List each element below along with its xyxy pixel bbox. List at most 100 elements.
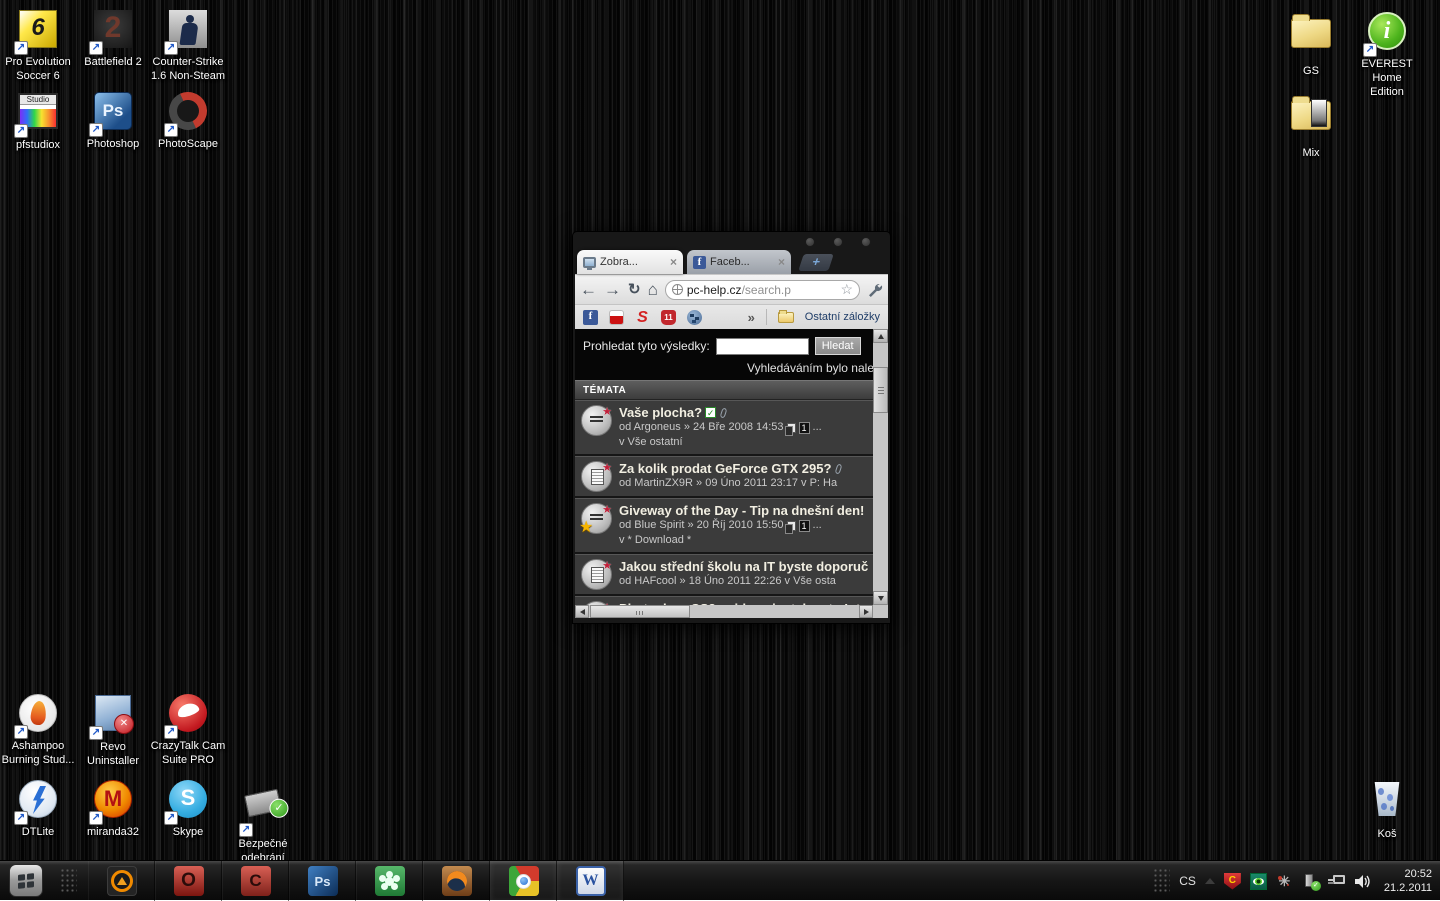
home-button[interactable]: ⌂ bbox=[648, 280, 658, 300]
antivirus-shield-icon[interactable]: C bbox=[1224, 873, 1241, 890]
scroll-down-button[interactable] bbox=[873, 591, 888, 605]
taskbar-aimp[interactable] bbox=[88, 861, 155, 901]
desktop-icon-revo[interactable]: ↗ Revo Uninstaller bbox=[75, 692, 151, 768]
tab-close-icon[interactable]: × bbox=[666, 255, 677, 269]
topic-title-link[interactable]: Vaše plocha? bbox=[619, 405, 702, 420]
folder-icon bbox=[1291, 101, 1331, 130]
icq-icon bbox=[375, 866, 405, 896]
safely-remove-usb-icon[interactable]: ✓ bbox=[1302, 873, 1319, 890]
wrench-menu-icon[interactable] bbox=[867, 282, 883, 298]
window-minimize-button[interactable] bbox=[805, 237, 815, 247]
scroll-left-button[interactable] bbox=[575, 605, 589, 618]
folder-icon bbox=[1291, 19, 1331, 48]
taskbar-firefox[interactable] bbox=[423, 861, 490, 901]
shortcut-arrow-icon: ↗ bbox=[14, 811, 28, 825]
window-maximize-button[interactable] bbox=[833, 237, 843, 247]
desktop-icon-safe-remove[interactable]: ↗ Bezpečné odebrání bbox=[225, 782, 301, 865]
topic-author-date: od HAFcool » 18 Úno 2011 22:26 v Vše ost… bbox=[619, 574, 836, 589]
desktop-icon-skype[interactable]: S↗ Skype bbox=[150, 778, 226, 839]
topic-row[interactable]: ★ Vaše plocha?✓ od Argoneus » 24 Bře 200… bbox=[575, 400, 873, 456]
start-button[interactable] bbox=[9, 864, 43, 897]
page-number-badge[interactable]: 1 bbox=[799, 422, 810, 434]
bookmark-youtube[interactable] bbox=[609, 310, 624, 325]
horizontal-scroll-thumb[interactable] bbox=[590, 605, 690, 618]
scroll-up-button[interactable] bbox=[873, 329, 888, 343]
desktop-icon-ashampoo[interactable]: ↗ Ashampoo Burning Stud... bbox=[0, 692, 76, 767]
tab-label: Faceb... bbox=[710, 256, 774, 268]
window-title-bar[interactable] bbox=[575, 232, 888, 247]
taskbar-opera[interactable]: O bbox=[155, 861, 222, 901]
tab-facebook[interactable]: f Faceb... × bbox=[687, 250, 791, 274]
desktop-icon-miranda[interactable]: M↗ miranda32 bbox=[75, 778, 151, 839]
taskbar-chrome[interactable] bbox=[490, 861, 557, 901]
forward-button[interactable]: → bbox=[604, 280, 621, 300]
reload-button[interactable]: ↻ bbox=[628, 280, 641, 300]
tab-zobrazit[interactable]: Zobra... × bbox=[577, 250, 683, 274]
topic-row[interactable]: ★★ Giveway of the Day - Tip na dnešní de… bbox=[575, 498, 873, 554]
tab-label: Zobra... bbox=[600, 256, 666, 268]
show-hidden-icons-button[interactable] bbox=[1205, 878, 1215, 884]
clock[interactable]: 20:52 21.2.2011 bbox=[1380, 867, 1432, 895]
vertical-scroll-thumb[interactable] bbox=[873, 367, 888, 413]
bookmark-facebook[interactable]: f bbox=[583, 310, 598, 325]
desktop-icon-crazytalk[interactable]: ↗ CrazyTalk Cam Suite PRO bbox=[150, 692, 226, 767]
scrollbar-corner bbox=[873, 605, 888, 618]
taskbar-photoshop[interactable]: Ps bbox=[289, 861, 356, 901]
language-indicator[interactable]: CS bbox=[1179, 874, 1196, 888]
scroll-right-button[interactable] bbox=[859, 605, 873, 618]
icon-label: Koš bbox=[1349, 827, 1425, 841]
opera-icon: O bbox=[174, 866, 204, 896]
desktop-icon-pfstudiox[interactable]: Studio↗ pfstudiox bbox=[0, 90, 76, 152]
aimp-icon bbox=[107, 866, 137, 896]
desktop-icon-mix-folder[interactable]: Mix bbox=[1273, 92, 1349, 160]
desktop-icon-battlefield2[interactable]: 2↗ Battlefield 2 bbox=[75, 8, 151, 69]
topic-title-link[interactable]: Jakou střední školu na IT byste doporuči bbox=[619, 559, 869, 574]
shortcut-arrow-icon: ↗ bbox=[164, 811, 178, 825]
icon-label: GS bbox=[1273, 64, 1349, 78]
other-bookmarks-button[interactable]: Ostatní záložky bbox=[805, 311, 880, 323]
icon-label: Counter-Strike 1.6 Non-Steam bbox=[150, 55, 226, 83]
desktop-icon-gs-folder[interactable]: GS bbox=[1273, 10, 1349, 78]
search-input[interactable] bbox=[716, 338, 809, 355]
vertical-scrollbar[interactable] bbox=[873, 329, 888, 605]
shortcut-arrow-icon: ↗ bbox=[164, 123, 178, 137]
splat-tray-icon[interactable]: ✳ bbox=[1276, 873, 1293, 890]
shortcut-arrow-icon: ↗ bbox=[164, 41, 178, 55]
window-close-button[interactable] bbox=[861, 237, 871, 247]
bookmark-s-logo[interactable]: S bbox=[635, 310, 650, 325]
desktop-icon-photoshop[interactable]: Ps↗ Photoshop bbox=[75, 90, 151, 151]
desktop-icon-counterstrike[interactable]: ↗ Counter-Strike 1.6 Non-Steam bbox=[150, 8, 226, 83]
other-bookmarks-folder-icon bbox=[778, 312, 794, 323]
eye-tray-icon[interactable] bbox=[1250, 873, 1267, 890]
topic-title-link[interactable]: Giveway of the Day - Tip na dnešní den! bbox=[619, 503, 864, 518]
taskbar-icq[interactable] bbox=[356, 861, 423, 901]
horizontal-scrollbar[interactable] bbox=[575, 605, 873, 618]
topic-title-link[interactable]: Za kolik prodat GeForce GTX 295? bbox=[619, 461, 831, 476]
address-bar[interactable]: pc-help.cz/search.p ☆ bbox=[665, 280, 860, 300]
topic-row[interactable]: ★ Photoshop CS3 nejde nainstalovat - Int… bbox=[575, 596, 873, 605]
page-number-badge[interactable]: 1 bbox=[799, 520, 810, 532]
desktop-icon-pes6[interactable]: 6↗ Pro Evolution Soccer 6 bbox=[0, 8, 76, 83]
desktop-icon-photoscape[interactable]: ↗ PhotoScape bbox=[150, 90, 226, 151]
icon-label: Revo Uninstaller bbox=[75, 740, 151, 768]
back-button[interactable]: ← bbox=[580, 280, 597, 300]
icon-label: Pro Evolution Soccer 6 bbox=[0, 55, 76, 83]
cleaner-icon: C bbox=[241, 866, 271, 896]
bookmark-star-icon[interactable]: ☆ bbox=[840, 281, 853, 298]
url-domain: pc-help.cz bbox=[687, 283, 742, 297]
bookmarks-overflow-chevron[interactable]: » bbox=[748, 310, 755, 325]
desktop-icon-recycle-bin[interactable]: Koš bbox=[1349, 778, 1425, 841]
bookmark-globe[interactable] bbox=[687, 310, 702, 325]
bookmark-shield-11[interactable]: 11 bbox=[661, 310, 676, 325]
search-submit-button[interactable]: Hledat bbox=[815, 337, 861, 355]
taskbar-cleaner[interactable]: C bbox=[222, 861, 289, 901]
desktop-icon-dtlite[interactable]: ↗ DTLite bbox=[0, 778, 76, 839]
desktop-icon-everest[interactable]: i↗ EVEREST Home Edition bbox=[1349, 10, 1425, 99]
volume-icon[interactable] bbox=[1354, 873, 1371, 890]
network-icon[interactable] bbox=[1328, 873, 1345, 890]
topic-row[interactable]: ★ Za kolik prodat GeForce GTX 295? od Ma… bbox=[575, 456, 873, 498]
tab-close-icon[interactable]: × bbox=[774, 255, 785, 269]
topic-row[interactable]: ★ Jakou střední školu na IT byste doporu… bbox=[575, 554, 873, 596]
new-tab-button[interactable]: + bbox=[798, 254, 834, 271]
taskbar-word[interactable]: W bbox=[557, 861, 624, 901]
